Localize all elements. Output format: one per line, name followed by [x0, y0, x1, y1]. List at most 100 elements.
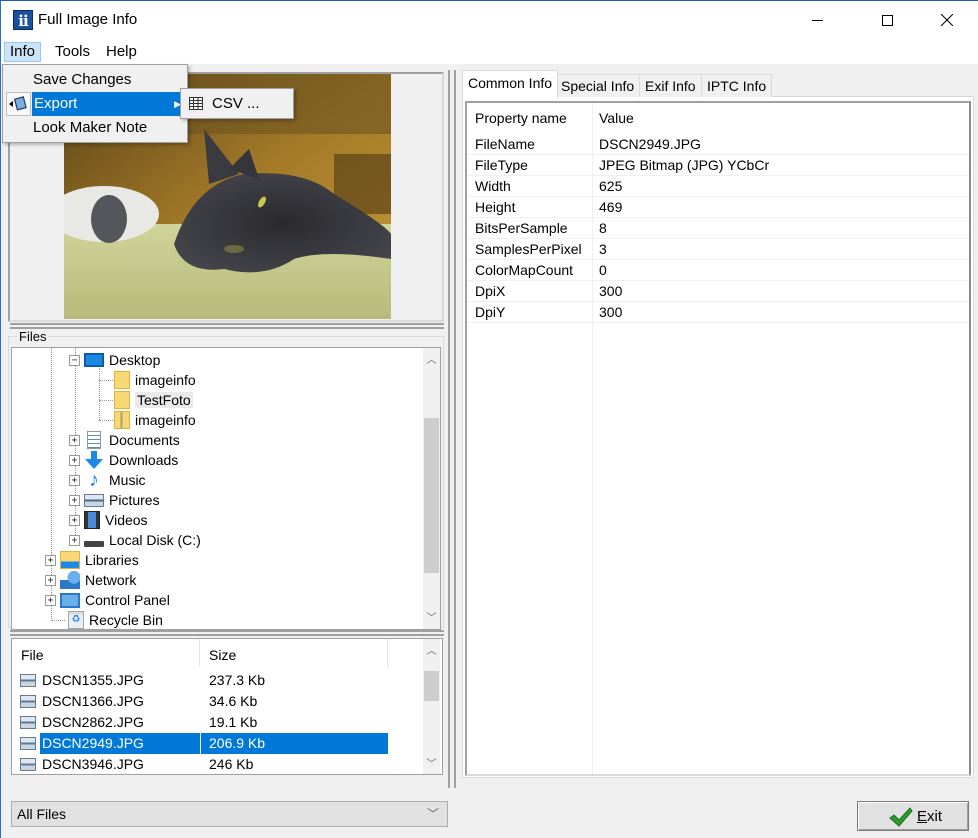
- menu-info[interactable]: Info: [4, 42, 42, 62]
- maximize-button[interactable]: [864, 0, 910, 40]
- tree-item-libraries[interactable]: + Libraries: [45, 550, 139, 570]
- zip-folder-icon: [114, 411, 130, 429]
- file-row[interactable]: DSCN3946.JPG 246 Kb: [12, 754, 412, 774]
- tree-item-downloads[interactable]: + Downloads: [69, 450, 178, 470]
- tab-exif-info[interactable]: Exif Info: [639, 74, 702, 97]
- preview-splitter[interactable]: [10, 323, 444, 329]
- tree-item-label: Local Disk (C:): [109, 532, 201, 548]
- tab-iptc-info[interactable]: IPTC Info: [701, 74, 773, 97]
- files-group-label: Files: [17, 329, 49, 344]
- tree-item-music[interactable]: + ♪ Music: [69, 470, 146, 490]
- tree-item-pictures[interactable]: + Pictures: [69, 490, 160, 510]
- info-menu: Save Changes Export ▶ Look Maker Note: [2, 64, 188, 143]
- column-header-value[interactable]: Value: [599, 110, 634, 126]
- property-row[interactable]: Height 469: [467, 197, 969, 218]
- music-icon: ♪: [89, 469, 99, 491]
- properties-table: Property name Value FileName DSCN2949.JPG…: [465, 101, 971, 776]
- libraries-icon: [60, 551, 80, 569]
- tree-item-testfoto[interactable]: TestFoto: [114, 390, 193, 410]
- exit-button-label: Exit: [917, 808, 943, 825]
- tree-item-label: Music: [109, 472, 146, 488]
- expand-icon[interactable]: +: [45, 594, 56, 606]
- menu-help[interactable]: Help: [101, 42, 142, 62]
- scroll-up-icon[interactable]: ︿: [423, 352, 440, 369]
- file-list-scrollbar[interactable]: ︿ ﹀: [423, 639, 440, 774]
- expand-icon[interactable]: +: [45, 554, 56, 566]
- tree-item-desktop[interactable]: − Desktop: [69, 350, 160, 370]
- file-row[interactable]: DSCN1366.JPG 34.6 Kb: [12, 691, 412, 712]
- scroll-down-icon[interactable]: ﹀: [423, 610, 440, 627]
- menu-item-csv[interactable]: CSV ...: [181, 92, 293, 116]
- file-filter-value: All Files: [17, 806, 67, 822]
- videos-icon: [84, 511, 100, 529]
- tree-item-label: Documents: [109, 432, 180, 448]
- property-row[interactable]: SamplesPerPixel 3: [467, 239, 969, 260]
- property-row[interactable]: DpiX 300: [467, 281, 969, 302]
- tree-item-label: Videos: [105, 512, 148, 528]
- scrollbar-thumb[interactable]: [424, 671, 439, 701]
- tab-special-info[interactable]: Special Info: [555, 74, 641, 97]
- table-icon: [189, 97, 203, 110]
- file-row[interactable]: DSCN2862.JPG 19.1 Kb: [12, 712, 412, 733]
- column-header-property[interactable]: Property name: [475, 110, 567, 126]
- tree-item-label: imageinfo: [135, 372, 196, 388]
- tree-item-control-panel[interactable]: + Control Panel: [45, 590, 170, 610]
- close-icon: [941, 14, 953, 26]
- expand-icon[interactable]: +: [69, 534, 80, 546]
- file-row[interactable]: DSCN1355.JPG 237.3 Kb: [12, 670, 412, 691]
- folder-icon: [114, 371, 130, 389]
- minimize-icon: [811, 19, 823, 21]
- expand-icon[interactable]: +: [69, 514, 80, 526]
- close-button[interactable]: [924, 0, 970, 40]
- exit-button[interactable]: Exit: [857, 801, 969, 831]
- vertical-splitter[interactable]: [448, 70, 456, 788]
- tree-item-imageinfo[interactable]: imageinfo: [114, 370, 196, 390]
- tree-item-local-disk[interactable]: + Local Disk (C:): [69, 530, 201, 550]
- folder-icon: [114, 391, 130, 409]
- files-splitter[interactable]: [10, 630, 444, 636]
- expand-icon[interactable]: +: [69, 494, 80, 506]
- tree-item-videos[interactable]: + Videos: [69, 510, 148, 530]
- checkmark-icon: [889, 807, 913, 827]
- tree-item-imageinfo-zip[interactable]: imageinfo: [114, 410, 196, 430]
- property-row[interactable]: DpiY 300: [467, 302, 969, 323]
- network-icon: [60, 571, 80, 589]
- export-icon: [6, 92, 31, 116]
- tree-scrollbar[interactable]: ︿ ﹀: [423, 348, 440, 629]
- menu-tools[interactable]: Tools: [50, 42, 95, 62]
- tree-item-label: Desktop: [109, 352, 161, 368]
- property-row[interactable]: Width 625: [467, 176, 969, 197]
- property-row[interactable]: ColorMapCount 0: [467, 260, 969, 281]
- tree-item-network[interactable]: + Network: [45, 570, 136, 590]
- control-panel-icon: [60, 592, 80, 608]
- property-row[interactable]: FileName DSCN2949.JPG: [467, 134, 969, 155]
- property-row[interactable]: BitsPerSample 8: [467, 218, 969, 239]
- property-row[interactable]: FileType JPEG Bitmap (JPG) YCbCr: [467, 155, 969, 176]
- drive-icon: [84, 541, 104, 547]
- documents-icon: [87, 431, 101, 449]
- scrollbar-thumb[interactable]: [424, 418, 439, 573]
- downloads-icon: [85, 451, 103, 469]
- image-file-icon: [20, 737, 36, 750]
- menu-item-export[interactable]: Export ▶: [32, 92, 187, 116]
- column-header-size[interactable]: Size: [200, 639, 388, 667]
- tree-item-documents[interactable]: + Documents: [69, 430, 180, 450]
- file-filter-dropdown[interactable]: All Files ﹀: [11, 801, 448, 827]
- tab-common-info[interactable]: Common Info: [462, 70, 559, 98]
- expand-icon[interactable]: +: [69, 454, 80, 466]
- tree-item-recycle-bin[interactable]: ♻ Recycle Bin: [60, 610, 163, 629]
- minimize-button[interactable]: [794, 0, 840, 40]
- column-header-file[interactable]: File: [12, 639, 200, 667]
- expand-icon[interactable]: +: [45, 574, 56, 586]
- file-row-selected[interactable]: DSCN2949.JPG 206.9 Kb: [12, 733, 412, 754]
- expand-icon[interactable]: +: [69, 474, 80, 486]
- maximize-icon: [881, 14, 893, 26]
- expand-icon[interactable]: +: [69, 434, 80, 446]
- properties-header: Property name Value: [467, 103, 969, 133]
- collapse-icon[interactable]: −: [69, 354, 80, 366]
- image-file-icon: [20, 716, 36, 729]
- scroll-up-icon[interactable]: ︿: [423, 643, 440, 660]
- scroll-down-icon[interactable]: ﹀: [423, 756, 440, 773]
- menu-item-look-maker-note[interactable]: Look Maker Note: [3, 116, 187, 140]
- menu-item-save-changes[interactable]: Save Changes: [3, 68, 187, 92]
